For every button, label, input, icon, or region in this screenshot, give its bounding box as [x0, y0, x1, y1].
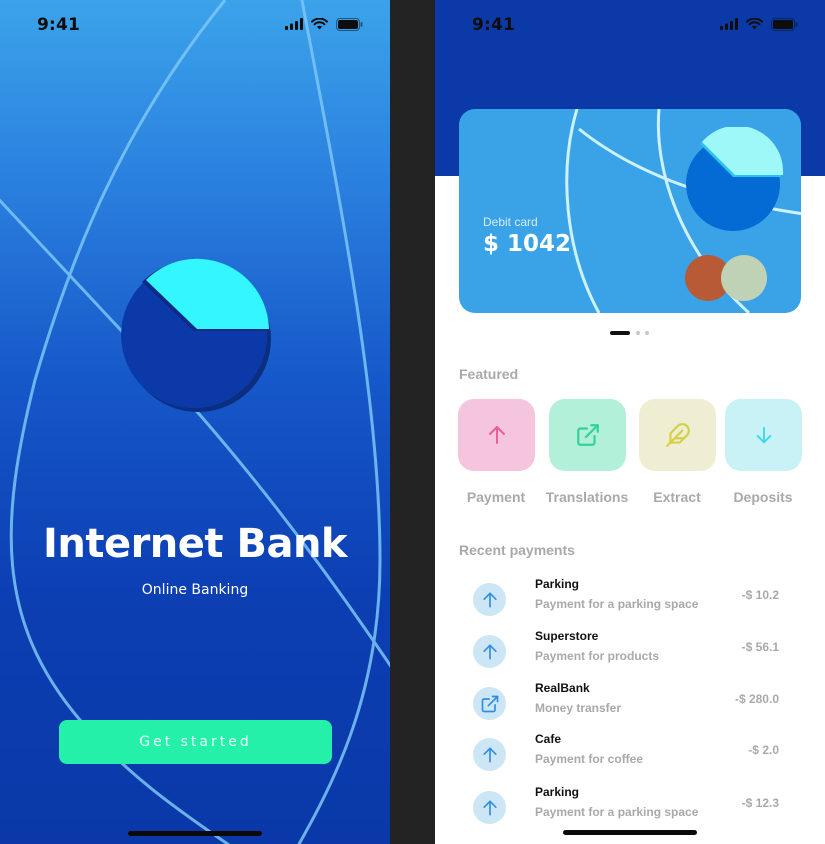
app-subtitle: Online Banking	[141, 582, 249, 598]
payment-name: RealBank	[535, 681, 590, 695]
payment-name: Superstore	[535, 629, 599, 643]
payment-icon	[473, 738, 506, 771]
payment-description: Money transfer	[535, 701, 622, 715]
pager-dot[interactable]	[645, 331, 649, 335]
card-brand-circle-right	[721, 255, 767, 301]
card-type-label: Debit card	[483, 215, 538, 229]
home-indicator	[563, 830, 697, 835]
card-pie-icon	[686, 127, 784, 231]
payment-icon	[473, 791, 506, 824]
recent-payments-title: Recent payments	[459, 542, 575, 558]
external-link-icon	[481, 695, 498, 712]
pager-dot[interactable]	[636, 331, 640, 335]
payment-amount: -$ 56.1	[741, 640, 779, 654]
payment-description: Payment for a parking space	[535, 805, 699, 819]
battery-icon	[771, 18, 798, 31]
payment-row[interactable]: RealBank Money transfer -$ 280.0	[473, 681, 803, 725]
payment-name: Parking	[535, 577, 580, 591]
payment-amount: -$ 2.0	[748, 743, 779, 757]
feature-deposits-label: Deposits	[733, 489, 793, 505]
wifi-icon	[746, 18, 763, 30]
background-curves	[0, 0, 390, 844]
arrow-up-icon	[482, 800, 497, 815]
arrow-up-icon	[482, 592, 497, 607]
featured-title: Featured	[459, 366, 519, 382]
status-bar: 9:41	[435, 0, 825, 50]
app-title: Internet Bank	[42, 521, 348, 567]
status-bar: 9:41	[0, 0, 390, 50]
payment-icon	[473, 687, 506, 720]
payment-name: Parking	[535, 785, 580, 799]
status-time: 9:41	[37, 15, 81, 35]
external-link-icon	[576, 424, 599, 446]
wifi-icon	[311, 18, 328, 30]
feature-extract-label: Extract	[653, 489, 701, 505]
payment-row[interactable]: Parking Payment for a parking space -$ 1…	[473, 785, 803, 829]
payment-name: Cafe	[535, 732, 562, 746]
arrow-up-icon	[482, 747, 497, 762]
feature-translations-button[interactable]	[549, 399, 626, 471]
payment-row[interactable]: Parking Payment for a parking space -$ 1…	[473, 577, 803, 621]
get-started-button[interactable]: Get started	[59, 720, 332, 764]
payment-description: Payment for coffee	[535, 752, 644, 766]
payment-row[interactable]: Cafe Payment for coffee -$ 2.0	[473, 732, 803, 776]
home-indicator	[128, 831, 262, 836]
signal-icon	[285, 18, 303, 30]
feature-translations-label: Translations	[545, 489, 629, 505]
payment-row[interactable]: Superstore Payment for products -$ 56.1	[473, 629, 803, 673]
feature-payment-label: Payment	[466, 489, 526, 505]
feature-extract-button[interactable]	[639, 399, 716, 471]
payment-amount: -$ 10.2	[741, 588, 779, 602]
dashboard-screen: 9:41 Debit card $ 1042 Featured Payment …	[435, 0, 825, 844]
payment-icon	[473, 583, 506, 616]
arrow-up-icon	[482, 644, 497, 659]
payment-icon	[473, 635, 506, 668]
feature-payment-button[interactable]	[458, 399, 535, 471]
arrow-down-icon	[756, 426, 771, 444]
payment-description: Payment for products	[535, 649, 660, 663]
card-balance: $ 1042	[483, 231, 572, 257]
signal-icon	[720, 18, 738, 30]
pager-dot-active[interactable]	[610, 331, 630, 335]
welcome-screen: 9:41 Internet Bank Online Banking Get st…	[0, 0, 390, 844]
payment-amount: -$ 280.0	[734, 692, 779, 706]
payment-description: Payment for a parking space	[535, 597, 699, 611]
logo-pie-icon	[121, 258, 271, 412]
feature-deposits-button[interactable]	[725, 399, 802, 471]
feather-icon	[665, 423, 690, 447]
battery-icon	[336, 18, 363, 31]
arrow-up-icon	[488, 426, 505, 444]
payment-amount: -$ 12.3	[741, 796, 779, 810]
debit-card[interactable]: Debit card $ 1042	[459, 109, 801, 313]
status-time: 9:41	[472, 15, 516, 35]
